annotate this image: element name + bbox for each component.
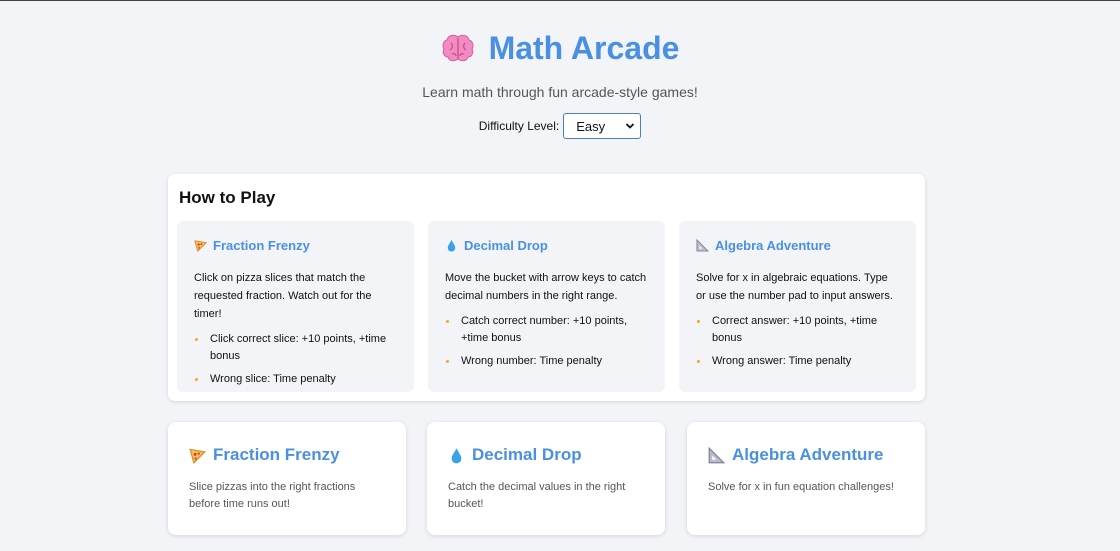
rule-card-title: Fraction Frenzy	[194, 238, 397, 253]
pizza-icon	[189, 448, 206, 464]
game-card-title: Decimal Drop	[448, 444, 644, 466]
game-card-description: Slice pizzas into the right fractions be…	[189, 481, 356, 510]
rule-description: Click on pizza slices that match the req…	[194, 272, 372, 320]
triangle-ruler-icon	[708, 446, 725, 463]
chevron-down-icon	[626, 123, 635, 129]
rule-list: Catch correct number: +10 points, +time …	[445, 313, 648, 370]
rule-card-fraction-frenzy: Fraction Frenzy Click on pizza slices th…	[177, 221, 414, 392]
difficulty-label: Difficulty Level:	[478, 119, 560, 133]
difficulty-value: Easy	[576, 118, 606, 134]
rule-item: Click correct slice: +10 points, +time b…	[194, 331, 397, 365]
rule-title-text: Fraction Frenzy	[213, 238, 310, 253]
rule-item: Correct answer: +10 points, +time bonus	[696, 313, 899, 347]
rule-list: Click correct slice: +10 points, +time b…	[194, 331, 397, 388]
game-card-description: Solve for x in fun equation challenges!	[708, 481, 894, 493]
game-title-text: Fraction Frenzy	[213, 445, 340, 464]
game-card-title: Algebra Adventure	[708, 444, 904, 466]
title-text: Math Arcade	[488, 29, 680, 66]
rule-card-title: Algebra Adventure	[696, 238, 899, 253]
brain-icon	[442, 34, 474, 62]
droplet-icon	[451, 447, 462, 463]
how-to-play-heading: How to Play	[179, 188, 276, 207]
game-card-title: Fraction Frenzy	[189, 444, 385, 466]
rule-item: Catch correct number: +10 points, +time …	[445, 313, 648, 347]
game-title-text: Decimal Drop	[472, 445, 582, 464]
rule-card-algebra-adventure: Algebra Adventure Solve for x in algebra…	[679, 221, 916, 392]
difficulty-control: Difficulty Level: Easy	[0, 113, 1120, 139]
rule-description: Move the bucket with arrow keys to catch…	[445, 272, 647, 302]
rule-card-decimal-drop: Decimal Drop Move the bucket with arrow …	[428, 221, 665, 392]
game-card-decimal-drop[interactable]: Decimal Drop Catch the decimal values in…	[427, 422, 665, 535]
game-card-algebra-adventure[interactable]: Algebra Adventure Solve for x in fun equ…	[687, 422, 925, 535]
pizza-icon	[194, 240, 207, 252]
game-card-description: Catch the decimal values in the right bu…	[448, 481, 626, 510]
difficulty-select[interactable]: Easy	[563, 113, 642, 139]
rule-title-text: Decimal Drop	[464, 238, 548, 253]
rule-item: Wrong answer: Time penalty	[696, 353, 899, 370]
rule-item: Wrong slice: Time penalty	[194, 371, 397, 388]
subtitle: Learn math through fun arcade-style game…	[422, 84, 698, 100]
triangle-ruler-icon	[696, 239, 709, 252]
rule-list: Correct answer: +10 points, +time bonus …	[696, 313, 899, 370]
rule-item: Wrong number: Time penalty	[445, 353, 648, 370]
how-to-play-panel: How to Play Fraction Frenzy Click on piz…	[168, 174, 925, 401]
rule-description: Solve for x in algebraic equations. Type…	[696, 272, 893, 302]
droplet-icon	[447, 239, 456, 252]
rule-title-text: Algebra Adventure	[715, 238, 831, 253]
page-header: Math Arcade Learn math through fun arcad…	[0, 29, 1120, 139]
game-title-text: Algebra Adventure	[732, 445, 884, 464]
rule-card-title: Decimal Drop	[445, 238, 648, 253]
game-card-fraction-frenzy[interactable]: Fraction Frenzy Slice pizzas into the ri…	[168, 422, 406, 535]
page-title: Math Arcade	[0, 29, 1120, 67]
